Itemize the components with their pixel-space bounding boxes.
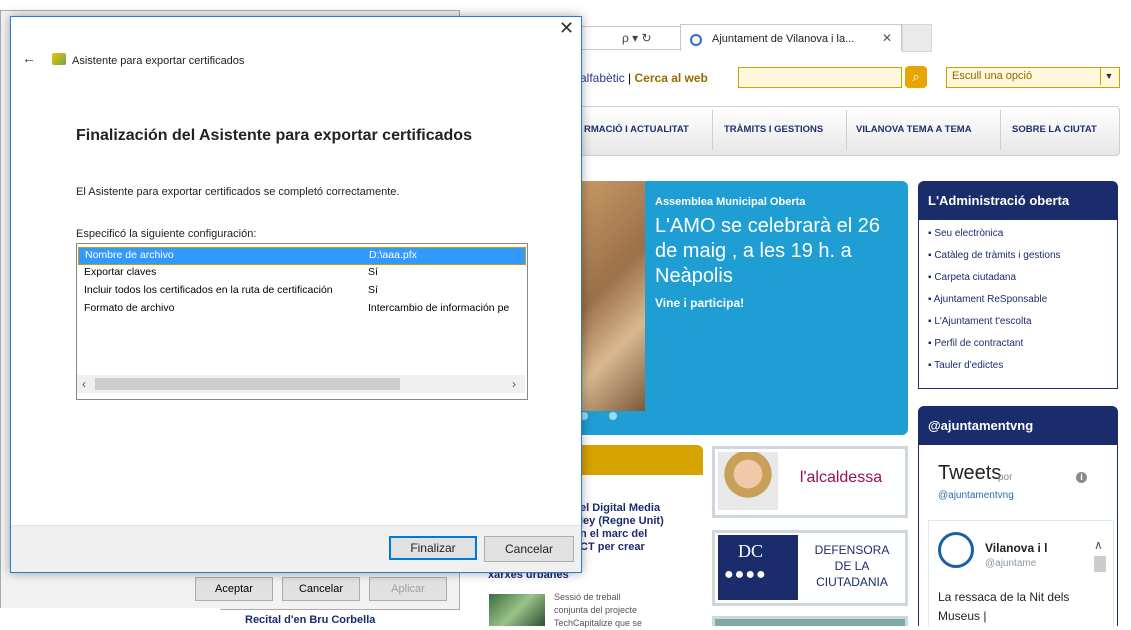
option-select-value: Escull una opció — [952, 70, 1033, 82]
chevron-up-icon[interactable]: ∧ — [1094, 538, 1106, 552]
scroll-thumb[interactable] — [95, 378, 400, 390]
news-headline[interactable]: el Digital Media ley (Regne Unit) n el m… — [580, 502, 664, 554]
browser-tab-label: Ajuntament de Vilanova i la... — [712, 33, 855, 45]
site-search-input[interactable] — [738, 67, 902, 88]
wizard-heading: Finalización del Asistente para exportar… — [76, 127, 472, 144]
tweet-author-handle: @ajuntame — [985, 558, 1037, 569]
defensora-label: DEFENSORA DE LA CIUTADANIA — [814, 543, 890, 589]
twitter-avatar[interactable] — [938, 532, 974, 568]
admin-panel-title: L'Administració oberta — [928, 193, 1070, 208]
alphabetic-link[interactable]: alfabètic — [580, 71, 625, 85]
admin-panel-header: L'Administració oberta — [918, 181, 1118, 219]
finish-button[interactable]: Finalizar — [389, 536, 477, 560]
list-item[interactable]: Formato de archivo Intercambio de informa… — [78, 301, 524, 317]
bg-strip — [0, 608, 220, 626]
tweet-text: La ressaca de la Nit dels Museus | — [938, 590, 1070, 623]
wizard-done-text: El Asistente para exportar certificados … — [76, 186, 400, 198]
banner-title[interactable]: L'AMO se celebrarà el 26 de maig , a les… — [655, 214, 903, 289]
new-tab-button[interactable] — [902, 24, 932, 52]
nav-divider — [846, 110, 847, 150]
tweets-by-label: por — [998, 472, 1013, 483]
tweet-author-name[interactable]: Vilanova i l — [985, 541, 1047, 555]
tab-close-icon[interactable]: ✕ — [882, 31, 892, 45]
chevron-right-icon[interactable]: › — [512, 377, 516, 391]
accept-button[interactable]: Aceptar — [195, 577, 273, 601]
news-header — [575, 445, 703, 475]
close-icon[interactable]: ✕ — [559, 18, 574, 39]
bottom-tile[interactable] — [712, 616, 908, 626]
nav-item-informacio[interactable]: RMACIÓ I ACTUALITAT — [584, 124, 689, 135]
certificate-icon — [52, 53, 66, 65]
address-controls[interactable]: ρ ▾ ↻ — [622, 31, 652, 45]
defensora-logo-letters: DC — [738, 541, 764, 561]
back-arrow-icon[interactable]: ← — [22, 50, 36, 66]
tweets-title: Tweets — [938, 462, 1002, 484]
banner-subtitle[interactable]: Vine i participa! — [655, 296, 744, 310]
site-search-links: alfabètic | Cerca al web — [580, 71, 708, 85]
twitter-panel-header: @ajuntamentvng — [918, 406, 1118, 444]
search-icon[interactable]: ⌕ — [905, 66, 927, 88]
nav-item-ciutat[interactable]: SOBRE LA CIUTAT — [1012, 124, 1097, 135]
web-search-label: Cerca al web — [634, 71, 708, 85]
alcaldessa-label: l'alcaldessa — [780, 467, 902, 489]
twitter-handle-link[interactable]: @ajuntamentvng — [938, 490, 1014, 501]
banner-photo — [575, 181, 645, 411]
people-icon: ●●●● — [724, 566, 767, 583]
list-item[interactable]: Nombre de archivo D:\aaa.pfx — [78, 247, 526, 265]
banner-kicker: Assemblea Municipal Oberta — [655, 196, 806, 208]
wizard-title: Asistente para exportar certificados — [72, 55, 245, 67]
twitter-panel-title: @ajuntamentvng — [928, 418, 1034, 433]
list-item[interactable]: Incluir todos los certificados en la rut… — [78, 283, 524, 299]
chevron-left-icon[interactable]: ‹ — [82, 377, 86, 391]
admin-item-seu[interactable]: ▪ Seu electrònica — [928, 228, 1003, 239]
cancel-button[interactable]: Cancelar — [484, 536, 574, 562]
nav-divider — [712, 110, 713, 150]
alcaldessa-photo — [718, 452, 778, 510]
chevron-down-icon[interactable]: ▼ — [1100, 68, 1117, 85]
nav-item-tema[interactable]: VILANOVA TEMA A TEMA — [856, 124, 972, 135]
event-link[interactable]: Recital d'en Bru Corbella — [245, 614, 375, 626]
site-favicon-icon — [690, 34, 702, 46]
scroll-thumb[interactable] — [1094, 556, 1106, 572]
bg-cancel-button[interactable]: Cancelar — [282, 577, 360, 601]
info-icon[interactable]: i — [1076, 472, 1087, 483]
nav-item-tramits[interactable]: TRÀMITS I GESTIONS — [724, 124, 823, 135]
search-separator: | — [628, 71, 632, 85]
admin-item-tauler[interactable]: ▪ Tauler d'edictes — [928, 360, 1003, 371]
carousel-dot[interactable] — [609, 412, 617, 420]
apply-button: Aplicar — [369, 577, 447, 601]
admin-item-responsable[interactable]: ▪ Ajuntament ReSponsable — [928, 294, 1047, 305]
news-thumbnail[interactable] — [489, 594, 545, 626]
admin-item-perfil[interactable]: ▪ Perfil de contractant — [928, 338, 1023, 349]
news-summary: Sessió de treball conjunta del projecte … — [554, 592, 643, 628]
wizard-spec-label: Especificó la siguiente configuración: — [76, 228, 257, 240]
admin-item-cataleg[interactable]: ▪ Catàleg de tràmits i gestions — [928, 250, 1061, 261]
tweet-scrollbar[interactable]: ∧ — [1094, 538, 1106, 588]
list-item[interactable]: Exportar claves Sí — [78, 265, 524, 281]
admin-item-escolta[interactable]: ▪ L'Ajuntament t'escolta — [928, 316, 1032, 327]
admin-item-carpeta[interactable]: ▪ Carpeta ciutadana — [928, 272, 1016, 283]
nav-divider — [1000, 110, 1001, 150]
